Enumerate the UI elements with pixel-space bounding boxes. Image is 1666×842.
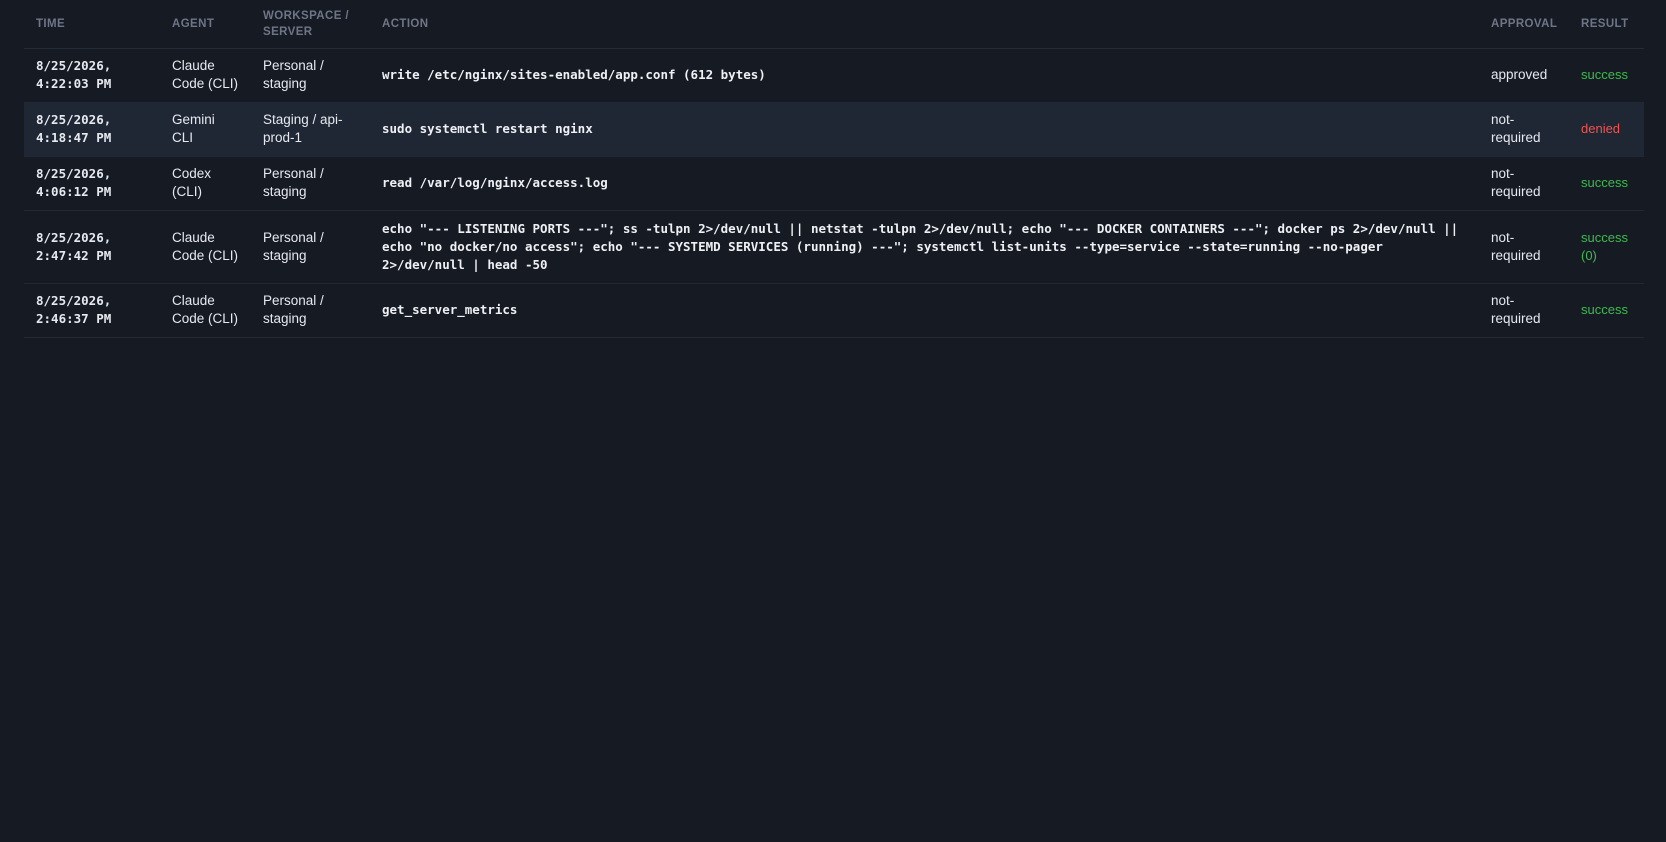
cell-time: 8/25/2026, 4:06:12 PM bbox=[36, 166, 112, 199]
column-header-time[interactable]: TIME bbox=[24, 0, 160, 49]
cell-result-denied: denied bbox=[1581, 121, 1621, 136]
cell-approval: not-required bbox=[1491, 166, 1541, 199]
cell-workspace: Staging / api-prod-1 bbox=[263, 112, 343, 145]
cell-time: 8/25/2026, 2:46:37 PM bbox=[36, 293, 112, 326]
cell-result-success: success (0) bbox=[1581, 229, 1628, 263]
cell-time: 8/25/2026, 4:18:47 PM bbox=[36, 112, 112, 145]
table-row-highlighted[interactable]: 8/25/2026, 4:18:47 PM Gemini CLI Staging… bbox=[24, 102, 1644, 156]
table-row[interactable]: 8/25/2026, 4:22:03 PM Claude Code (CLI) … bbox=[24, 48, 1644, 102]
table-header: TIME AGENT WORKSPACE / SERVER ACTION APP… bbox=[24, 0, 1644, 49]
cell-workspace: Personal / staging bbox=[263, 166, 324, 199]
column-header-workspace[interactable]: WORKSPACE / SERVER bbox=[251, 0, 370, 49]
cell-agent: Claude Code (CLI) bbox=[172, 58, 239, 91]
cell-workspace: Personal / staging bbox=[263, 293, 324, 326]
table-row[interactable]: 8/25/2026, 4:06:12 PM Codex (CLI) Person… bbox=[24, 156, 1644, 210]
cell-approval: not-required bbox=[1491, 293, 1541, 326]
cell-agent: Claude Code (CLI) bbox=[172, 293, 239, 326]
column-header-agent[interactable]: AGENT bbox=[160, 0, 251, 49]
cell-agent: Gemini CLI bbox=[172, 112, 215, 145]
cell-workspace: Personal / staging bbox=[263, 58, 324, 91]
cell-time: 8/25/2026, 4:22:03 PM bbox=[36, 58, 112, 91]
column-header-approval[interactable]: APPROVAL bbox=[1479, 0, 1569, 49]
table-row[interactable]: 8/25/2026, 2:46:37 PM Claude Code (CLI) … bbox=[24, 283, 1644, 337]
table-row[interactable]: 8/25/2026, 2:47:42 PM Claude Code (CLI) … bbox=[24, 210, 1644, 283]
cell-agent: Claude Code (CLI) bbox=[172, 229, 239, 263]
cell-approval: approved bbox=[1491, 67, 1548, 82]
column-header-action[interactable]: ACTION bbox=[370, 0, 1479, 49]
column-header-result[interactable]: RESULT bbox=[1569, 0, 1644, 49]
cell-action: get_server_metrics bbox=[382, 302, 518, 317]
cell-action: write /etc/nginx/sites-enabled/app.conf … bbox=[382, 67, 766, 82]
cell-result-success: success bbox=[1581, 67, 1628, 82]
audit-log-table: TIME AGENT WORKSPACE / SERVER ACTION APP… bbox=[24, 0, 1644, 338]
audit-log-table-container: TIME AGENT WORKSPACE / SERVER ACTION APP… bbox=[24, 0, 1644, 338]
cell-result-success: success bbox=[1581, 302, 1628, 317]
header-row: TIME AGENT WORKSPACE / SERVER ACTION APP… bbox=[24, 0, 1644, 49]
cell-agent: Codex (CLI) bbox=[172, 166, 212, 199]
cell-time: 8/25/2026, 2:47:42 PM bbox=[36, 229, 112, 263]
table-body: 8/25/2026, 4:22:03 PM Claude Code (CLI) … bbox=[24, 48, 1644, 337]
cell-approval: not-required bbox=[1491, 229, 1541, 263]
cell-action: sudo systemctl restart nginx bbox=[382, 121, 593, 136]
cell-result-success: success bbox=[1581, 175, 1628, 190]
cell-action: read /var/log/nginx/access.log bbox=[382, 175, 608, 190]
cell-workspace: Personal / staging bbox=[263, 229, 324, 263]
cell-approval: not-required bbox=[1491, 112, 1541, 145]
cell-action: echo "--- LISTENING PORTS ---"; ss -tulp… bbox=[382, 220, 1459, 272]
